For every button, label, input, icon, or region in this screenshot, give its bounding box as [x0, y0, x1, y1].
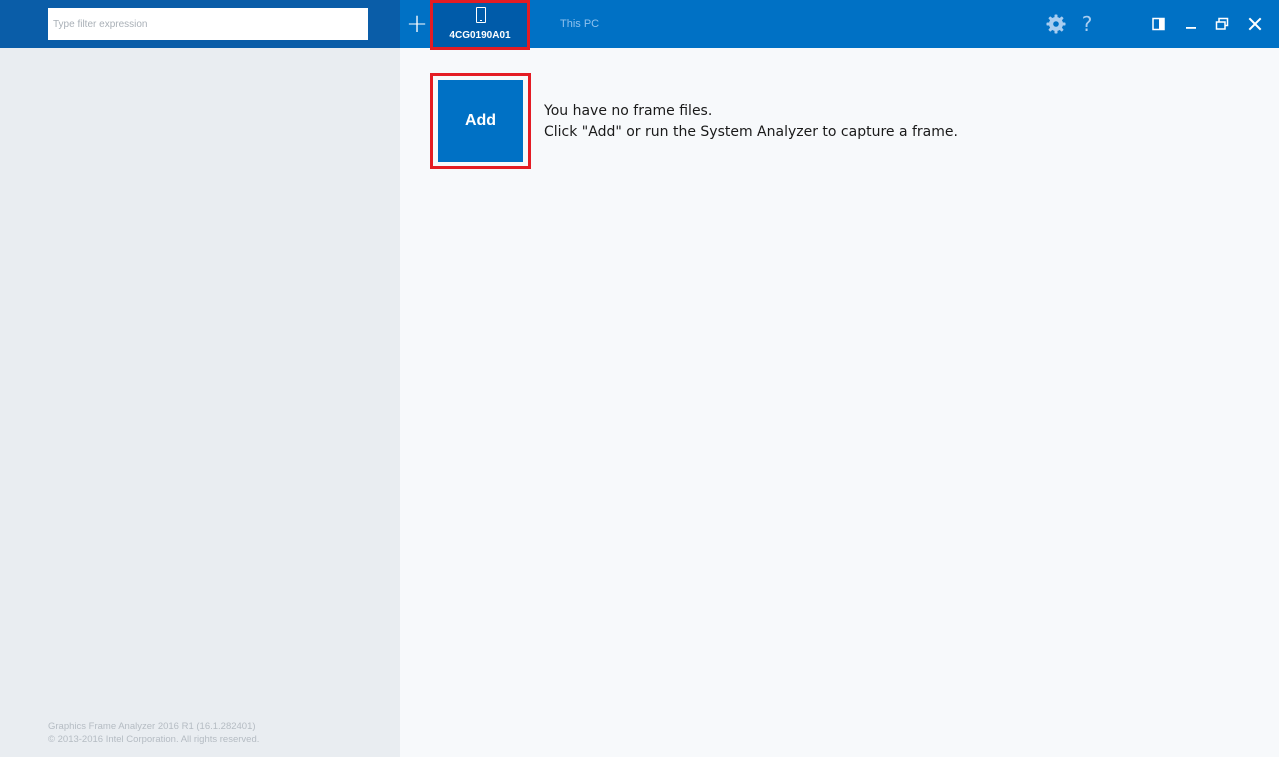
add-frame-button[interactable]: Add — [430, 73, 531, 169]
close-icon[interactable] — [1246, 12, 1264, 36]
panel-toggle-icon[interactable] — [1150, 12, 1168, 36]
tab-device[interactable]: 4CG0190A01 — [430, 0, 530, 50]
sidebar-header — [0, 0, 400, 48]
add-device-button[interactable]: + — [405, 10, 429, 38]
tab-this-pc[interactable]: This PC — [560, 18, 599, 30]
help-icon[interactable]: ? — [1078, 12, 1096, 36]
footer: Graphics Frame Analyzer 2016 R1 (16.1.28… — [48, 720, 259, 746]
tab-device-label: 4CG0190A01 — [449, 30, 511, 41]
filter-input[interactable] — [48, 8, 368, 40]
empty-message-line2: Click "Add" or run the System Analyzer t… — [544, 124, 958, 140]
add-frame-button-label: Add — [438, 80, 523, 162]
empty-state-message: You have no frame files. Click "Add" or … — [544, 101, 958, 143]
restore-icon[interactable] — [1213, 12, 1231, 36]
minimize-icon[interactable] — [1182, 12, 1200, 36]
gear-icon[interactable] — [1045, 12, 1067, 36]
version-text: Graphics Frame Analyzer 2016 R1 (16.1.28… — [48, 721, 256, 732]
sidebar: Graphics Frame Analyzer 2016 R1 (16.1.28… — [0, 0, 400, 757]
copyright-text: © 2013-2016 Intel Corporation. All right… — [48, 734, 260, 745]
phone-icon — [476, 7, 486, 23]
top-bar — [400, 0, 1279, 48]
empty-message-line1: You have no frame files. — [544, 103, 713, 119]
